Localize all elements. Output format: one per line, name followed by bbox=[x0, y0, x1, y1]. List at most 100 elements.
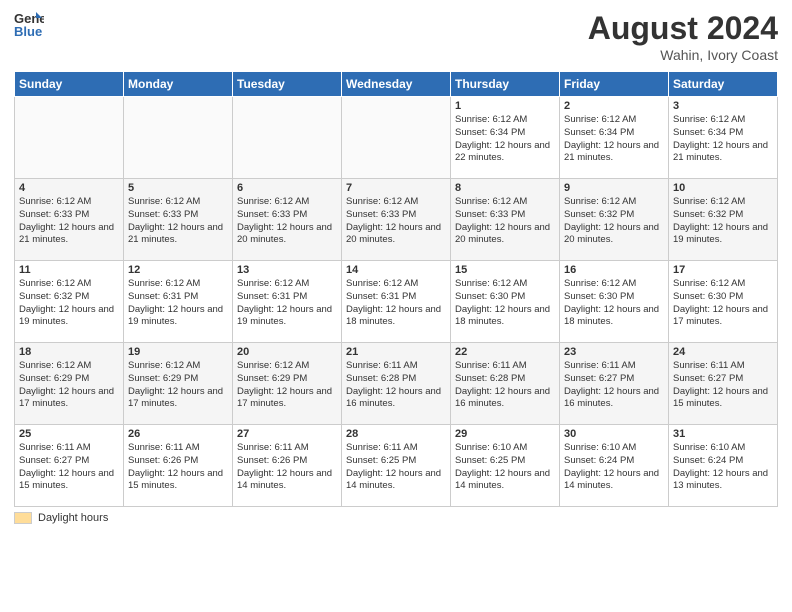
day-number: 30 bbox=[564, 428, 664, 440]
day-number: 22 bbox=[455, 346, 555, 358]
day-number: 13 bbox=[237, 264, 337, 276]
day-number: 23 bbox=[564, 346, 664, 358]
calendar-cell: 3 Sunrise: 6:12 AM Sunset: 6:34 PM Daylig… bbox=[669, 97, 778, 179]
day-number: 26 bbox=[128, 428, 228, 440]
col-saturday: Saturday bbox=[669, 72, 778, 97]
day-number: 25 bbox=[19, 428, 119, 440]
calendar-cell: 23 Sunrise: 6:11 AM Sunset: 6:27 PM Dayli… bbox=[560, 343, 669, 425]
calendar-cell: 1 Sunrise: 6:12 AM Sunset: 6:34 PM Daylig… bbox=[451, 97, 560, 179]
day-info: Sunrise: 6:12 AM Sunset: 6:33 PM Dayligh… bbox=[237, 196, 337, 247]
day-info: Sunrise: 6:10 AM Sunset: 6:25 PM Dayligh… bbox=[455, 442, 555, 493]
day-number: 4 bbox=[19, 182, 119, 194]
header-row: Sunday Monday Tuesday Wednesday Thursday… bbox=[15, 72, 778, 97]
calendar-cell bbox=[124, 97, 233, 179]
day-number: 15 bbox=[455, 264, 555, 276]
day-info: Sunrise: 6:12 AM Sunset: 6:33 PM Dayligh… bbox=[19, 196, 119, 247]
calendar-cell: 26 Sunrise: 6:11 AM Sunset: 6:26 PM Dayli… bbox=[124, 425, 233, 507]
day-info: Sunrise: 6:12 AM Sunset: 6:31 PM Dayligh… bbox=[128, 278, 228, 329]
legend-box bbox=[14, 512, 32, 524]
day-number: 7 bbox=[346, 182, 446, 194]
calendar-cell bbox=[233, 97, 342, 179]
week-row-3: 11 Sunrise: 6:12 AM Sunset: 6:32 PM Dayli… bbox=[15, 261, 778, 343]
calendar-cell: 27 Sunrise: 6:11 AM Sunset: 6:26 PM Dayli… bbox=[233, 425, 342, 507]
calendar-cell: 2 Sunrise: 6:12 AM Sunset: 6:34 PM Daylig… bbox=[560, 97, 669, 179]
col-monday: Monday bbox=[124, 72, 233, 97]
day-number: 10 bbox=[673, 182, 773, 194]
day-info: Sunrise: 6:12 AM Sunset: 6:32 PM Dayligh… bbox=[673, 196, 773, 247]
day-info: Sunrise: 6:12 AM Sunset: 6:34 PM Dayligh… bbox=[564, 114, 664, 165]
location: Wahin, Ivory Coast bbox=[588, 47, 778, 63]
calendar-cell: 22 Sunrise: 6:11 AM Sunset: 6:28 PM Dayli… bbox=[451, 343, 560, 425]
calendar-cell: 16Sunrise: 6:12 AM Sunset: 6:30 PM Dayli… bbox=[560, 261, 669, 343]
day-info: Sunrise: 6:11 AM Sunset: 6:28 PM Dayligh… bbox=[346, 360, 446, 411]
day-number: 2 bbox=[564, 100, 664, 112]
week-row-5: 25 Sunrise: 6:11 AM Sunset: 6:27 PM Dayli… bbox=[15, 425, 778, 507]
day-info: Sunrise: 6:12 AM Sunset: 6:34 PM Dayligh… bbox=[455, 114, 555, 165]
calendar-cell: 31Sunrise: 6:10 AM Sunset: 6:24 PM Dayli… bbox=[669, 425, 778, 507]
svg-text:Blue: Blue bbox=[14, 24, 42, 38]
day-number: 16 bbox=[564, 264, 664, 276]
week-row-2: 4 Sunrise: 6:12 AM Sunset: 6:33 PM Daylig… bbox=[15, 179, 778, 261]
calendar-cell: 18Sunrise: 6:12 AM Sunset: 6:29 PM Dayli… bbox=[15, 343, 124, 425]
day-info: Sunrise: 6:12 AM Sunset: 6:31 PM Dayligh… bbox=[237, 278, 337, 329]
day-number: 18 bbox=[19, 346, 119, 358]
calendar-cell bbox=[15, 97, 124, 179]
day-number: 12 bbox=[128, 264, 228, 276]
day-info: Sunrise: 6:12 AM Sunset: 6:30 PM Dayligh… bbox=[673, 278, 773, 329]
day-info: Sunrise: 6:12 AM Sunset: 6:32 PM Dayligh… bbox=[564, 196, 664, 247]
day-number: 3 bbox=[673, 100, 773, 112]
calendar-cell: 4 Sunrise: 6:12 AM Sunset: 6:33 PM Daylig… bbox=[15, 179, 124, 261]
calendar-cell: 11 Sunrise: 6:12 AM Sunset: 6:32 PM Dayli… bbox=[15, 261, 124, 343]
day-number: 8 bbox=[455, 182, 555, 194]
day-number: 19 bbox=[128, 346, 228, 358]
day-number: 5 bbox=[128, 182, 228, 194]
calendar-cell: 14Sunrise: 6:12 AM Sunset: 6:31 PM Dayli… bbox=[342, 261, 451, 343]
calendar-container: General Blue August 2024 Wahin, Ivory Co… bbox=[0, 0, 792, 612]
calendar-cell: 7Sunrise: 6:12 AM Sunset: 6:33 PM Daylig… bbox=[342, 179, 451, 261]
day-number: 1 bbox=[455, 100, 555, 112]
day-info: Sunrise: 6:10 AM Sunset: 6:24 PM Dayligh… bbox=[564, 442, 664, 493]
calendar-cell: 20Sunrise: 6:12 AM Sunset: 6:29 PM Dayli… bbox=[233, 343, 342, 425]
calendar-cell: 12 Sunrise: 6:12 AM Sunset: 6:31 PM Dayli… bbox=[124, 261, 233, 343]
day-info: Sunrise: 6:11 AM Sunset: 6:27 PM Dayligh… bbox=[564, 360, 664, 411]
legend-label: Daylight hours bbox=[38, 512, 108, 524]
col-tuesday: Tuesday bbox=[233, 72, 342, 97]
day-number: 6 bbox=[237, 182, 337, 194]
col-thursday: Thursday bbox=[451, 72, 560, 97]
day-info: Sunrise: 6:12 AM Sunset: 6:34 PM Dayligh… bbox=[673, 114, 773, 165]
calendar-cell: 24 Sunrise: 6:11 AM Sunset: 6:27 PM Dayli… bbox=[669, 343, 778, 425]
day-number: 27 bbox=[237, 428, 337, 440]
title-block: August 2024 Wahin, Ivory Coast bbox=[588, 10, 778, 63]
calendar-cell bbox=[342, 97, 451, 179]
day-info: Sunrise: 6:12 AM Sunset: 6:33 PM Dayligh… bbox=[128, 196, 228, 247]
calendar-cell: 30 Sunrise: 6:10 AM Sunset: 6:24 PM Dayli… bbox=[560, 425, 669, 507]
day-info: Sunrise: 6:11 AM Sunset: 6:27 PM Dayligh… bbox=[19, 442, 119, 493]
calendar-cell: 6 Sunrise: 6:12 AM Sunset: 6:33 PM Daylig… bbox=[233, 179, 342, 261]
calendar-cell: 9Sunrise: 6:12 AM Sunset: 6:32 PM Daylig… bbox=[560, 179, 669, 261]
week-row-4: 18 Sunrise: 6:12 AM Sunset: 6:29 PM Dayli… bbox=[15, 343, 778, 425]
day-info: Sunrise: 6:12 AM Sunset: 6:33 PM Dayligh… bbox=[455, 196, 555, 247]
day-number: 24 bbox=[673, 346, 773, 358]
logo-icon: General Blue bbox=[14, 10, 44, 38]
day-info: Sunrise: 6:12 AM Sunset: 6:29 PM Dayligh… bbox=[128, 360, 228, 411]
day-info: Sunrise: 6:11 AM Sunset: 6:26 PM Dayligh… bbox=[128, 442, 228, 493]
day-info: Sunrise: 6:11 AM Sunset: 6:27 PM Dayligh… bbox=[673, 360, 773, 411]
calendar-cell: 19 Sunrise: 6:12 AM Sunset: 6:29 PM Dayli… bbox=[124, 343, 233, 425]
day-number: 29 bbox=[455, 428, 555, 440]
day-number: 17 bbox=[673, 264, 773, 276]
week-row-1: 1 Sunrise: 6:12 AM Sunset: 6:34 PM Daylig… bbox=[15, 97, 778, 179]
calendar-cell: 17 Sunrise: 6:12 AM Sunset: 6:30 PM Dayli… bbox=[669, 261, 778, 343]
col-friday: Friday bbox=[560, 72, 669, 97]
day-info: Sunrise: 6:12 AM Sunset: 6:32 PM Dayligh… bbox=[19, 278, 119, 329]
day-number: 14 bbox=[346, 264, 446, 276]
month-year: August 2024 bbox=[588, 10, 778, 47]
day-info: Sunrise: 6:12 AM Sunset: 6:29 PM Dayligh… bbox=[237, 360, 337, 411]
day-info: Sunrise: 6:11 AM Sunset: 6:26 PM Dayligh… bbox=[237, 442, 337, 493]
day-number: 28 bbox=[346, 428, 446, 440]
header: General Blue August 2024 Wahin, Ivory Co… bbox=[14, 10, 778, 63]
calendar-cell: 5 Sunrise: 6:12 AM Sunset: 6:33 PM Daylig… bbox=[124, 179, 233, 261]
calendar-cell: 25 Sunrise: 6:11 AM Sunset: 6:27 PM Dayli… bbox=[15, 425, 124, 507]
col-sunday: Sunday bbox=[15, 72, 124, 97]
day-number: 11 bbox=[19, 264, 119, 276]
day-info: Sunrise: 6:11 AM Sunset: 6:28 PM Dayligh… bbox=[455, 360, 555, 411]
